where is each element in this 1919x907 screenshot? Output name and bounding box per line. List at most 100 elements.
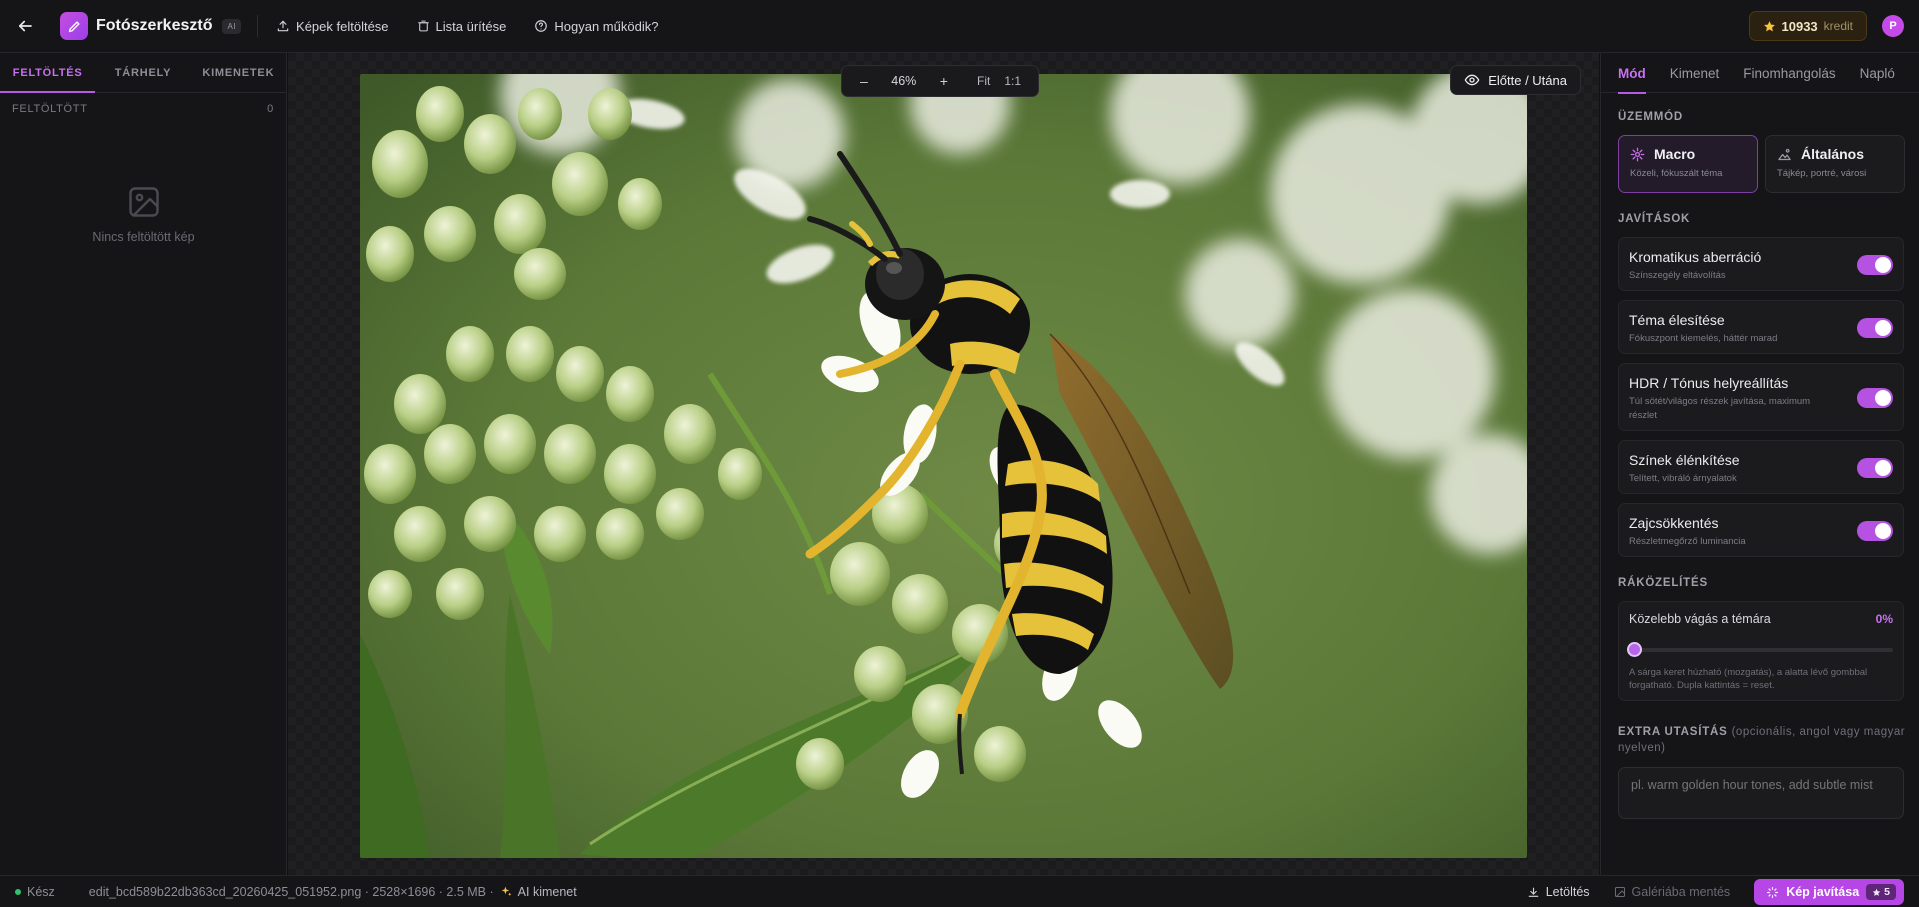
tab-output[interactable]: Kimenet — [1670, 53, 1720, 93]
ai-badge: AI — [222, 18, 242, 34]
ready-status: Kész — [15, 885, 55, 899]
left-tabs: FELTÖLTÉS TÁRHELY KIMENETEK — [0, 53, 286, 93]
download-icon — [1528, 887, 1539, 897]
pencil-icon — [60, 12, 88, 40]
tab-upload[interactable]: FELTÖLTÉS — [0, 53, 96, 93]
mode-section-label: ÜZEMMÓD — [1618, 111, 1684, 123]
clear-list-label: Lista ürítése — [435, 18, 507, 34]
cost-value: 5 — [1884, 886, 1890, 898]
toggle-switch[interactable] — [1857, 255, 1893, 275]
zoom-level: 46% — [891, 74, 917, 88]
preview-image[interactable] — [360, 74, 1527, 858]
fit-button[interactable]: Fit — [970, 74, 997, 88]
canvas-area: – 46% + Fit 1:1 Előtte / Utána — [288, 53, 1599, 875]
crop-zoom-slider[interactable] — [1627, 642, 1893, 657]
before-after-button[interactable]: Előtte / Utána — [1450, 65, 1581, 95]
tab-mode[interactable]: Mód — [1618, 53, 1646, 94]
mode-subtitle: Tájkép, portré, városi — [1777, 168, 1867, 179]
fix-title: Téma élesítése — [1629, 312, 1725, 328]
toggle-switch[interactable] — [1857, 521, 1893, 541]
fix-desc: Fókuszpont kiemelés, háttér marad — [1629, 333, 1778, 344]
mode-subtitle: Közeli, fókuszált téma — [1630, 168, 1723, 179]
fix-desc: Telített, vibráló árnyalatok — [1629, 473, 1737, 484]
mode-title: Macro — [1654, 146, 1696, 162]
empty-state-text: Nincs feltöltött kép — [92, 230, 195, 244]
clear-list-link[interactable]: Lista ürítése — [417, 18, 507, 34]
fix-title: Zajcsökkentés — [1629, 515, 1719, 531]
crop-zoom-title: Közelebb vágás a témára — [1629, 612, 1771, 626]
tab-finetune[interactable]: Finomhangolás — [1743, 53, 1835, 93]
save-to-gallery-label: Galériába mentés — [1631, 885, 1731, 899]
fix-desc: Túl sötét/világos részek javítása, maxim… — [1629, 396, 1811, 421]
crop-zoom-value: 0% — [1875, 612, 1893, 626]
mode-card-general[interactable]: Általános Tájkép, portré, városi — [1765, 135, 1905, 193]
avatar[interactable]: P — [1882, 15, 1904, 37]
fix-noise-reduction: Zajcsökkentés Részletmegőrző luminancia — [1618, 503, 1904, 557]
actual-size-button[interactable]: 1:1 — [997, 74, 1028, 88]
fix-title: Kromatikus aberráció — [1629, 249, 1762, 265]
star-icon — [1872, 888, 1881, 896]
fix-chromatic-aberration: Kromatikus aberráció Színszegély eltávol… — [1618, 237, 1904, 291]
toggle-switch[interactable] — [1857, 458, 1893, 478]
upload-icon — [277, 20, 289, 32]
right-panel: Mód Kimenet Finomhangolás Napló ÜZEMMÓD … — [1600, 53, 1919, 875]
uploaded-header: FELTÖLTÖTT 0 — [0, 103, 286, 115]
zoom-in-button[interactable]: + — [932, 73, 956, 89]
ai-output-tag: AI kimenet — [500, 885, 577, 899]
top-bar: Fotószerkesztő AI Képek feltöltése Lista… — [0, 0, 1919, 53]
fix-desc: Színszegély eltávolítás — [1629, 270, 1726, 281]
before-after-label: Előtte / Utána — [1488, 72, 1567, 88]
slider-thumb[interactable] — [1627, 642, 1642, 657]
improve-image-button[interactable]: Kép javítása 5 — [1754, 879, 1904, 905]
uploaded-count: 0 — [267, 103, 274, 115]
improve-image-label: Kép javítása — [1786, 885, 1860, 899]
upload-images-label: Képek feltöltése — [296, 18, 389, 34]
zoom-section-label: RÁKÖZELÍTÉS — [1618, 577, 1708, 589]
fix-hdr-tone: HDR / Tónus helyreállítás Túl sötét/vilá… — [1618, 363, 1904, 431]
cost-badge: 5 — [1866, 884, 1896, 900]
tab-log[interactable]: Napló — [1860, 53, 1895, 93]
gallery-icon — [1614, 887, 1625, 897]
save-to-gallery-button[interactable]: Galériába mentés — [1614, 885, 1731, 899]
extra-instruction-label: EXTRA UTASÍTÁS (opcionális, angol vagy m… — [1618, 724, 1908, 756]
extra-instruction-input[interactable] — [1618, 767, 1904, 819]
toggle-switch[interactable] — [1857, 388, 1893, 408]
tab-outputs[interactable]: KIMENETEK — [191, 53, 286, 92]
sparkle-icon — [1630, 147, 1645, 161]
uploaded-label: FELTÖLTÖTT — [12, 103, 88, 115]
fixes-section-label: JAVÍTÁSOK — [1618, 213, 1691, 225]
fix-title: Színek élénkítése — [1629, 452, 1740, 468]
toggle-switch[interactable] — [1857, 318, 1893, 338]
credits-badge[interactable]: 10933 kredit — [1748, 11, 1867, 41]
tab-storage[interactable]: TÁRHELY — [95, 53, 190, 92]
credits-unit: kredit — [1823, 19, 1853, 33]
trash-icon — [417, 20, 429, 32]
fix-vibrance: Színek élénkítése Telített, vibráló árny… — [1618, 440, 1904, 494]
ready-text: Kész — [27, 884, 55, 899]
crop-zoom-note: A sárga keret húzható (mozgatás), a alat… — [1629, 667, 1868, 691]
zoom-out-button[interactable]: – — [852, 73, 876, 89]
fix-desc: Részletmegőrző luminancia — [1629, 536, 1746, 547]
fix-title: HDR / Tónus helyreállítás — [1629, 375, 1789, 391]
app-title: Fotószerkesztő — [96, 17, 213, 34]
back-arrow-icon[interactable] — [12, 13, 38, 39]
status-dot — [15, 888, 21, 895]
right-tabs: Mód Kimenet Finomhangolás Napló — [1601, 53, 1919, 94]
status-actions: Letöltés Galériába mentés Kép javítása 5 — [1527, 879, 1904, 905]
spinner-icon — [1767, 886, 1779, 898]
fix-subject-sharpen: Téma élesítése Fókuszpont kiemelés, hátt… — [1618, 300, 1904, 354]
status-bar: Kész edit_bcd589b22db363cd_20260425_0519… — [0, 875, 1919, 907]
how-it-works-link[interactable]: Hogyan működik? — [534, 19, 658, 34]
file-info: edit_bcd589b22db363cd_20260425_051952.pn… — [88, 884, 494, 899]
landscape-icon — [1778, 148, 1791, 160]
download-button[interactable]: Letöltés — [1527, 885, 1590, 899]
star-icon — [1763, 20, 1775, 31]
image-placeholder-icon — [128, 187, 159, 217]
credits-value: 10933 — [1781, 18, 1818, 34]
download-label: Letöltés — [1545, 885, 1590, 899]
mode-card-macro[interactable]: Macro Közeli, fókuszált téma — [1618, 135, 1758, 193]
upload-images-link[interactable]: Képek feltöltése — [276, 19, 389, 34]
zoom-toolbar: – 46% + Fit 1:1 — [841, 65, 1040, 97]
crop-zoom-card: Közelebb vágás a témára 0% A sárga keret… — [1618, 601, 1904, 701]
help-circle-icon — [535, 20, 548, 32]
